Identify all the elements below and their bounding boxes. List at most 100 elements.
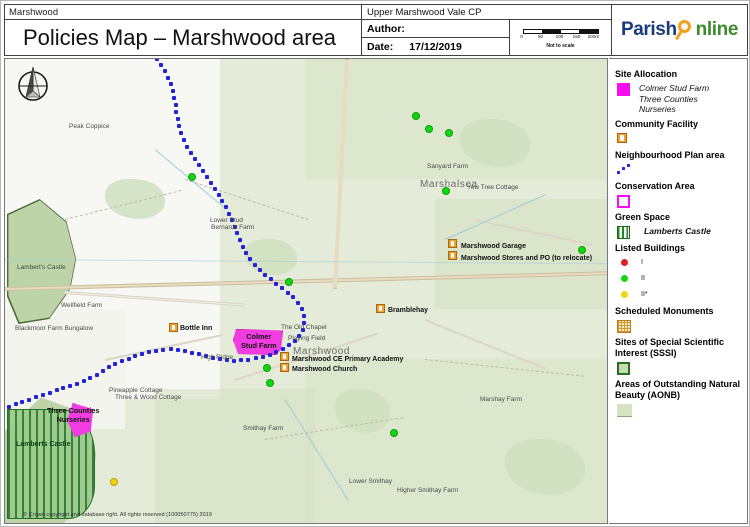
date-row: Date: 17/12/2019 (362, 38, 509, 55)
np-boundary-dot (268, 277, 273, 282)
map-place-label: Wellfield Farm (61, 302, 103, 309)
listed-building-marker[interactable] (110, 478, 118, 486)
listed-building-marker[interactable] (285, 278, 293, 286)
scale-tick-2: 100 (555, 33, 564, 39)
map-site-allocation-label: Three Counties Nurseries (47, 406, 100, 424)
map-place-label: Marshay Farm (480, 396, 522, 403)
np-boundary-dot (75, 381, 80, 386)
np-boundary-dot (147, 349, 152, 354)
map-copyright: © Crown copyright and database right. Al… (23, 512, 212, 518)
np-boundary-dot (274, 349, 279, 354)
site-allocation-name-3: Nurseries (639, 104, 676, 114)
green-space-name: Lamberts Castle (644, 225, 711, 236)
green-dot-icon (615, 273, 632, 282)
np-boundary-dot (34, 395, 39, 400)
cp-name: Upper Marshwood Vale CP (362, 5, 611, 20)
np-boundary-dot (40, 393, 45, 397)
map-place-label: Lambert's Castle (17, 264, 66, 271)
listed-building-marker[interactable] (266, 379, 274, 387)
legend-heading-listed-buildings: Listed Buildings (615, 242, 686, 253)
north-arrow-icon (13, 65, 53, 105)
community-facility-marker[interactable] (280, 352, 289, 361)
legend-item-conservation-area (615, 194, 743, 208)
community-facility-marker[interactable] (448, 251, 457, 260)
legend-item-green-space: Lamberts Castle (615, 225, 743, 239)
listed-building-marker[interactable] (445, 129, 453, 137)
map-poi-label: Marshwood Church (292, 366, 358, 373)
listed-grade-label-1: I (641, 258, 643, 266)
np-boundary-dot (175, 348, 180, 353)
map-layers: Marshwood Marshalsea Peak Coppice Lambert's… (5, 59, 607, 523)
np-boundary-dot (27, 397, 32, 402)
magenta-hollow-square-icon (615, 194, 632, 208)
np-boundary-dot (286, 343, 291, 348)
np-boundary-dot (263, 272, 268, 277)
header-title-block: Marshwood Policies Map – Marshwood area (4, 4, 362, 56)
listed-building-marker[interactable] (578, 246, 586, 254)
scale-tick-3: 150 (572, 33, 581, 39)
map-place-label: Three & Wood Cottage (115, 394, 182, 401)
date-label: Date: (367, 40, 394, 53)
np-boundary-dot (212, 186, 217, 191)
np-boundary-dot (188, 150, 193, 155)
np-boundary-dot (189, 350, 194, 355)
np-boundary-dot (253, 356, 258, 361)
map-place-label: Lower Stud (210, 217, 243, 224)
community-facility-marker[interactable] (376, 304, 385, 313)
listed-building-marker[interactable] (188, 173, 196, 181)
np-boundary-dot (13, 402, 18, 407)
listed-building-marker[interactable] (412, 112, 420, 120)
blue-dotted-line-icon (615, 163, 632, 175)
np-boundary-dot (274, 281, 279, 286)
map-canvas[interactable]: Marshwood Marshalsea Peak Coppice Lambert's… (4, 58, 608, 524)
map-place-label: Sanyard Farm (427, 163, 469, 170)
map-poi-label: Marshwood CE Primary Academy (292, 356, 404, 363)
np-boundary-dot (158, 62, 163, 67)
legend-heading-scheduled-monuments: Scheduled Monuments (615, 305, 714, 316)
scale-tick-0: 0 (520, 33, 523, 39)
np-boundary-dot (244, 251, 249, 256)
red-dot-icon (615, 257, 632, 266)
legend-item-listed-grade-i: I (615, 257, 743, 270)
community-facility-marker[interactable] (280, 363, 289, 372)
np-boundary-dot (226, 211, 231, 216)
np-boundary-dot (20, 399, 25, 404)
map-place-label: Smithay Farm (243, 425, 284, 432)
site-allocation-name-1: Colmer Stud Farm (639, 83, 710, 93)
np-boundary-dot (280, 286, 284, 291)
np-boundary-dot (7, 404, 12, 409)
np-boundary-dot (267, 352, 272, 357)
map-poi-label: Marshwood Stores and PO (to relocate) (461, 255, 593, 262)
np-boundary-dot (216, 192, 221, 197)
np-boundary-dot (168, 82, 173, 87)
community-facility-marker[interactable] (169, 323, 178, 332)
listed-building-marker[interactable] (425, 125, 433, 133)
np-boundary-dot (155, 59, 159, 61)
map-site-allocation-label: Colmer Stud Farm (241, 332, 277, 350)
legend-heading-neighbourhood-plan-area: Neighbourhood Plan area (615, 149, 725, 160)
np-boundary-dot (223, 205, 228, 210)
legend-heading-aonb: Areas of Outstanding Natural Beauty (AON… (615, 378, 741, 400)
parish-online-logo[interactable]: Parish nline (612, 4, 748, 56)
author-row: Author: (362, 20, 509, 38)
map-place-label: Blackmoor Farm Bungalow (15, 325, 94, 332)
np-boundary-dot (161, 347, 166, 352)
logo-part-1: Parish (620, 19, 677, 40)
np-boundary-dot (81, 379, 86, 384)
map-header: Marshwood Policies Map – Marshwood area … (4, 4, 748, 56)
green-outline-square-icon (615, 361, 632, 375)
np-boundary-dot (220, 198, 225, 203)
scale-bar-ticks: 0 50 100 150 200m (518, 34, 604, 43)
listed-building-marker[interactable] (390, 429, 398, 437)
scale-note: Not to scale (546, 42, 575, 49)
np-boundary-dot (179, 131, 184, 136)
listed-grade-label-2: II (641, 274, 645, 282)
np-boundary-dot (192, 156, 197, 161)
np-boundary-dot (172, 96, 177, 101)
legend-item-community-facility (615, 132, 743, 146)
logo-part-2: nline (695, 19, 739, 40)
crosshatch-square-icon (615, 319, 632, 333)
listed-building-marker[interactable] (263, 364, 271, 372)
legend-item-listed-grade-ii-star: II* (615, 289, 743, 302)
community-facility-marker[interactable] (448, 239, 457, 248)
